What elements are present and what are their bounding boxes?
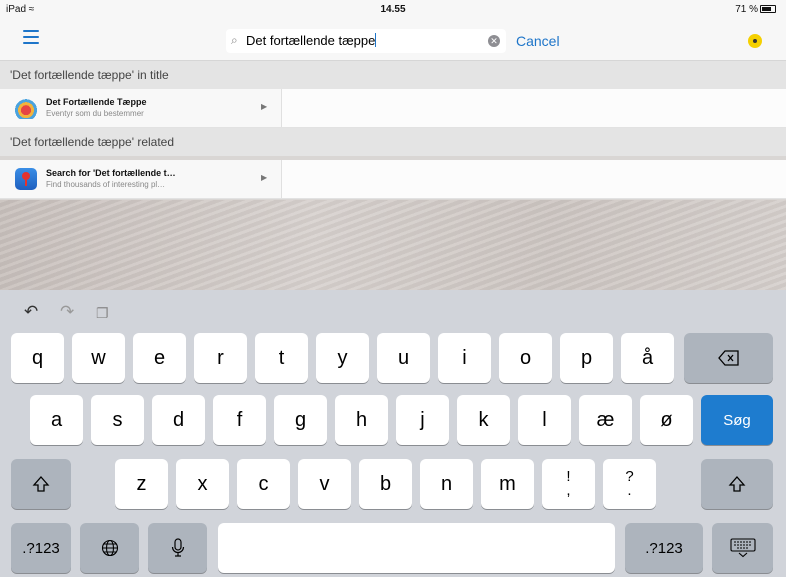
key-a[interactable]: a: [30, 395, 83, 445]
disclosure-arrow-icon: ▶: [261, 102, 268, 111]
key-l[interactable]: l: [518, 395, 571, 445]
key-exclaim-comma[interactable]: ! ,: [542, 459, 595, 509]
magnifier-icon: ⌕: [231, 33, 238, 47]
key-c[interactable]: c: [237, 459, 290, 509]
key-y[interactable]: y: [316, 333, 369, 383]
key-u[interactable]: u: [377, 333, 430, 383]
maps-pin-icon: [15, 168, 37, 190]
search-text: Det fortællende tæppe: [246, 33, 376, 48]
key-e[interactable]: e: [133, 333, 186, 383]
key-f[interactable]: f: [213, 395, 266, 445]
disclosure-arrow-icon: ▶: [261, 173, 268, 182]
key-k[interactable]: k: [457, 395, 510, 445]
microphone-icon[interactable]: [148, 523, 207, 573]
detail-pane: [282, 89, 786, 127]
result-title: Det Fortællende Tæppe: [46, 97, 147, 107]
key-question-period[interactable]: ? .: [603, 459, 656, 509]
key-r[interactable]: r: [194, 333, 247, 383]
key-t[interactable]: t: [255, 333, 308, 383]
key-q[interactable]: q: [11, 333, 64, 383]
key-b[interactable]: b: [359, 459, 412, 509]
key-s[interactable]: s: [91, 395, 144, 445]
key-o[interactable]: o: [499, 333, 552, 383]
detail-pane: [282, 160, 786, 198]
status-bar: iPad ≈ 14.55 71 %: [0, 0, 786, 20]
result-row-title[interactable]: Det Fortællende Tæppe Eventyr som du bes…: [0, 89, 786, 128]
result-subtitle: Eventyr som du bestemmer: [46, 109, 144, 118]
background-photo: [0, 200, 786, 290]
keyboard-hide-icon[interactable]: [712, 523, 773, 573]
text-caret: [375, 33, 377, 47]
key-p[interactable]: p: [560, 333, 613, 383]
redo-icon[interactable]: ↷: [60, 302, 74, 322]
search-key-button[interactable]: Søg: [701, 395, 773, 445]
shift-icon[interactable]: [11, 459, 71, 509]
clear-icon[interactable]: ✕: [488, 35, 500, 47]
key-x[interactable]: x: [176, 459, 229, 509]
undo-icon[interactable]: ↶: [24, 302, 38, 322]
shift-icon[interactable]: [701, 459, 773, 509]
key-m[interactable]: m: [481, 459, 534, 509]
key-j[interactable]: j: [396, 395, 449, 445]
hamburger-icon[interactable]: [23, 30, 39, 44]
key-aa[interactable]: å: [621, 333, 674, 383]
key-g[interactable]: g: [274, 395, 327, 445]
yellow-circle-app-icon[interactable]: [748, 34, 762, 48]
result-title: Search for 'Det fortællende t…: [46, 168, 176, 178]
paste-icon[interactable]: ❐: [96, 305, 109, 322]
cancel-button[interactable]: Cancel: [516, 33, 560, 49]
result-row-related[interactable]: Search for 'Det fortællende t… Find thou…: [0, 160, 786, 199]
keyboard: ↶ ↷ ❐ q w e r t y u i o p å a s d f g h …: [0, 290, 786, 577]
result-subtitle: Find thousands of interesting pl…: [46, 180, 166, 189]
section-header-related: 'Det fortællende tæppe' related: [0, 128, 786, 156]
key-z[interactable]: z: [115, 459, 168, 509]
battery-icon: [760, 5, 776, 14]
numbers-key-right[interactable]: .?123: [625, 523, 703, 573]
key-d[interactable]: d: [152, 395, 205, 445]
clock: 14.55: [380, 4, 406, 15]
section-header-title: 'Det fortællende tæppe' in title: [0, 61, 786, 89]
globe-icon[interactable]: [80, 523, 139, 573]
key-v[interactable]: v: [298, 459, 351, 509]
navigation-bar: ⌕ Det fortællende tæppe ✕ Cancel: [0, 20, 786, 61]
key-w[interactable]: w: [72, 333, 125, 383]
key-ae[interactable]: æ: [579, 395, 632, 445]
backspace-icon[interactable]: [684, 333, 773, 383]
key-oe[interactable]: ø: [640, 395, 693, 445]
carpet-app-icon: [15, 97, 37, 119]
key-i[interactable]: i: [438, 333, 491, 383]
numbers-key-left[interactable]: .?123: [11, 523, 71, 573]
battery-indicator: 71 %: [735, 4, 776, 15]
key-h[interactable]: h: [335, 395, 388, 445]
search-input[interactable]: ⌕ Det fortællende tæppe ✕: [226, 29, 506, 53]
space-bar[interactable]: [218, 523, 615, 573]
key-n[interactable]: n: [420, 459, 473, 509]
